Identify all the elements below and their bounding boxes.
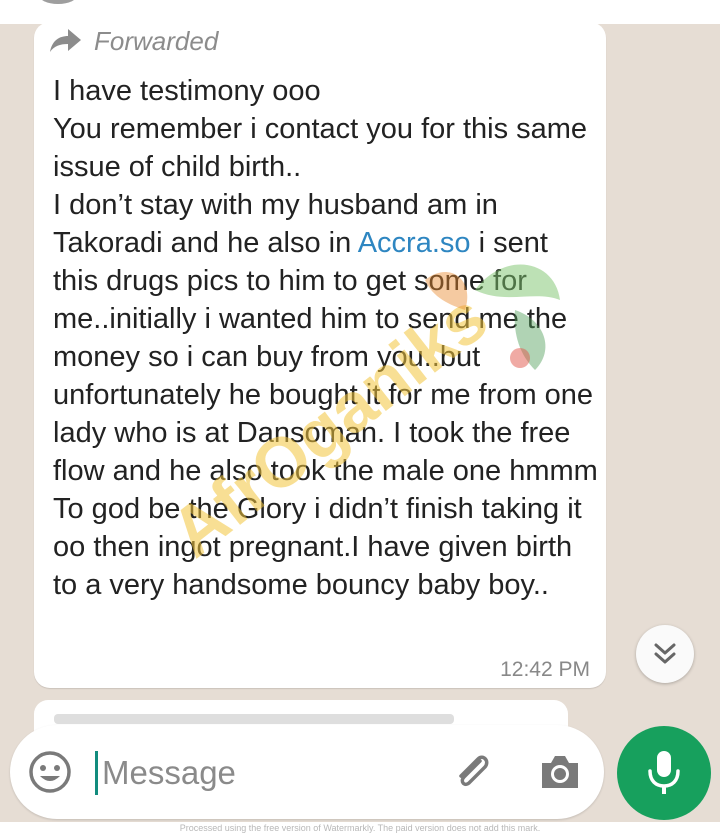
message-link[interactable]: Accra.so	[358, 227, 471, 259]
emoji-icon[interactable]	[28, 750, 72, 794]
message-text-part-2: i sent this drugs pics to him to get som…	[53, 227, 598, 601]
message-composer	[10, 725, 604, 819]
scroll-to-bottom-button[interactable]	[636, 625, 694, 683]
forwarded-indicator: Forwarded	[48, 24, 218, 58]
forward-arrow-icon	[50, 29, 81, 52]
message-input[interactable]	[100, 743, 434, 803]
avatar[interactable]	[38, 0, 78, 4]
voice-message-button[interactable]	[617, 726, 711, 820]
message-timestamp: 12:42 PM	[500, 658, 590, 681]
forwarded-label: Forwarded	[94, 25, 219, 56]
microphone-icon	[648, 751, 680, 794]
message-text: I have testimony ooo You remember i cont…	[53, 72, 598, 604]
paperclip-icon[interactable]	[450, 749, 496, 795]
camera-icon[interactable]	[538, 751, 582, 793]
top-header-strip	[0, 0, 720, 24]
message-bubble[interactable]: Forwarded I have testimony ooo You remem…	[34, 22, 606, 688]
double-chevron-down-icon	[654, 643, 676, 664]
text-cursor	[95, 751, 98, 795]
watermark-footer: Processed using the free version of Wate…	[179, 823, 541, 833]
next-message-preview	[54, 714, 454, 724]
